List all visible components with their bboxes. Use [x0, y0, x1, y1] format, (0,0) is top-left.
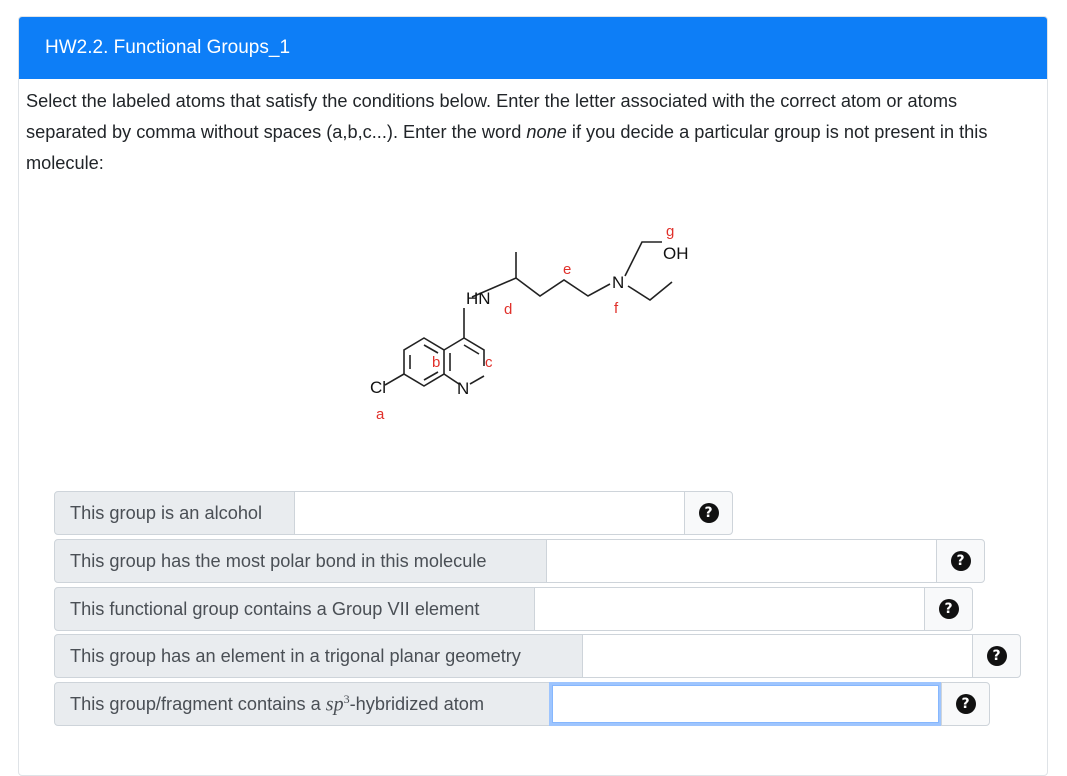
question-row-polar-bond: This group has the most polar bond in th… [54, 539, 985, 583]
question-circle-icon: ? [986, 646, 1007, 666]
question-label: This group/fragment contains a sp3 -hybri… [54, 682, 550, 726]
question-circle-icon: ? [698, 503, 719, 523]
question-circle-icon: ? [938, 599, 959, 619]
hydroxyl-atom: OH [663, 244, 689, 263]
amine-nh-atom: HN [466, 289, 491, 308]
help-button[interactable]: ? [936, 539, 985, 583]
question-circle-icon: ? [950, 551, 971, 571]
question-row-trigonal-planar: This group has an element in a trigonal … [54, 634, 1021, 678]
question-label: This group has an element in a trigonal … [54, 634, 583, 678]
help-button[interactable]: ? [684, 491, 733, 535]
help-button[interactable]: ? [941, 682, 990, 726]
ring-nitrogen-atom: N [457, 379, 469, 398]
answer-input[interactable] [582, 634, 973, 678]
label-a: a [376, 406, 385, 423]
label-b: b [432, 354, 440, 371]
label-d: d [504, 301, 512, 318]
answer-input[interactable] [534, 587, 925, 631]
instructions: Select the labeled atoms that satisfy th… [26, 91, 988, 173]
answer-input-focused[interactable] [549, 682, 942, 726]
question-circle-icon: ? [955, 694, 976, 714]
label-c: c [485, 354, 493, 371]
tertiary-nitrogen-atom: N [612, 273, 624, 292]
label-g: g [666, 223, 674, 240]
question-label: This functional group contains a Group V… [54, 587, 535, 631]
label-f: f [614, 300, 619, 317]
question-label: This group has the most polar bond in th… [54, 539, 547, 583]
question-row-alcohol: This group is an alcohol ? [54, 491, 733, 535]
label-e: e [563, 261, 571, 278]
help-button[interactable]: ? [972, 634, 1021, 678]
help-button[interactable]: ? [924, 587, 973, 631]
question-row-group-vii: This functional group contains a Group V… [54, 587, 973, 631]
question-row-sp3: This group/fragment contains a sp3 -hybri… [54, 682, 990, 726]
question-label: This group is an alcohol [54, 491, 295, 535]
question-header: HW2.2. Functional Groups_1 [19, 17, 1047, 79]
answer-input[interactable] [546, 539, 937, 583]
sp3-notation: sp3 [325, 691, 350, 716]
molecule-structure: Cl HN N N OH a b c d e f g [370, 223, 689, 423]
question-title: HW2.2. Functional Groups_1 [45, 37, 291, 58]
chlorine-atom: Cl [370, 378, 386, 397]
answer-input[interactable] [294, 491, 685, 535]
